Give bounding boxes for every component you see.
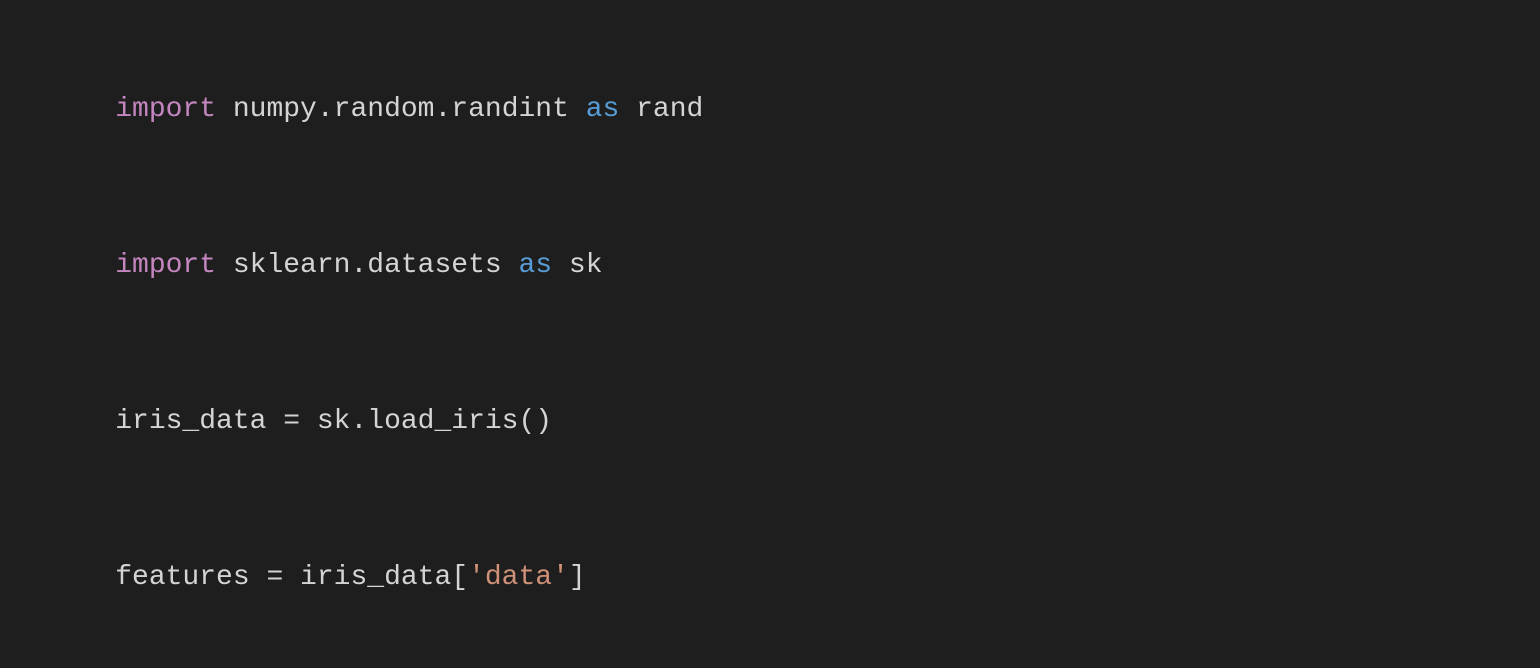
- keyword-import-1: import: [115, 94, 216, 125]
- keyword-as-2: as: [519, 250, 553, 281]
- string-data: 'data': [468, 562, 569, 593]
- alias-rand: rand: [619, 94, 703, 125]
- code-line-5: targets = iris_data['target']: [48, 656, 1492, 668]
- alias-sk: sk: [552, 250, 602, 281]
- module-sklearn: sklearn.datasets: [216, 250, 518, 281]
- keyword-import-2: import: [115, 250, 216, 281]
- code-line-2: import sklearn.datasets as sk: [48, 188, 1492, 344]
- code-line-3: iris_data = sk.load_iris(): [48, 344, 1492, 500]
- features-var: features = iris_data[: [115, 562, 468, 593]
- iris-data-assign: iris_data = sk.load_iris(): [115, 406, 552, 437]
- module-numpy: numpy.random.randint: [216, 94, 586, 125]
- code-line-1: import numpy.random.randint as rand: [48, 32, 1492, 188]
- code-line-4: features = iris_data['data']: [48, 500, 1492, 656]
- keyword-as-1: as: [586, 94, 620, 125]
- bracket-close-4: ]: [569, 562, 586, 593]
- code-editor[interactable]: import numpy.random.randint as rand impo…: [0, 0, 1540, 668]
